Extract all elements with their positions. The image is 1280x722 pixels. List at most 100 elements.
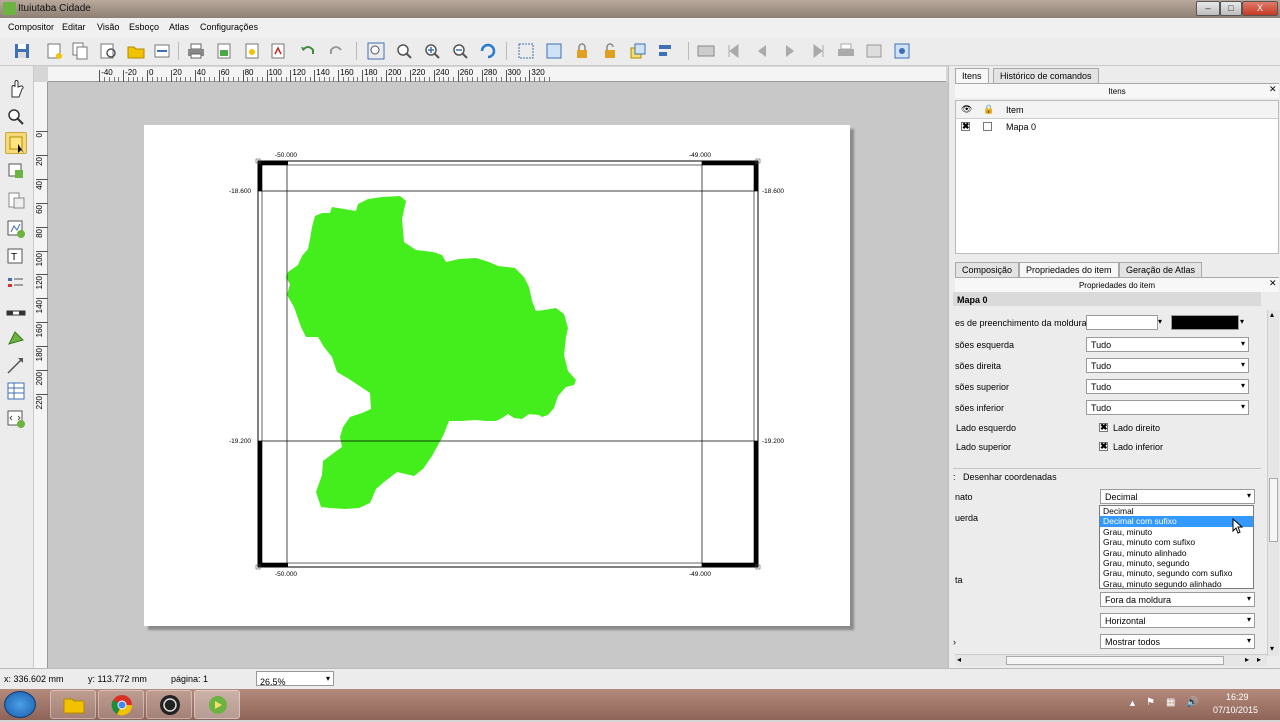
taskbar-chrome-icon[interactable] (98, 690, 144, 719)
select-all-icon[interactable] (516, 41, 536, 61)
atlas-last-icon[interactable] (808, 41, 828, 61)
open-template-icon[interactable] (126, 41, 146, 61)
props-scrollbar[interactable]: ▴ ▾ (1267, 310, 1279, 656)
add-html-icon[interactable] (5, 408, 27, 430)
move-content-icon[interactable] (5, 160, 27, 182)
props-hscrollbar[interactable]: ◂ ▸ ▸ (955, 654, 1267, 666)
atlas-first-icon[interactable] (724, 41, 744, 61)
scroll-right-icon[interactable]: ▸ (1245, 655, 1249, 664)
select-move-icon[interactable] (5, 132, 27, 154)
atlas-print-icon[interactable] (836, 41, 856, 61)
format-option-selected[interactable]: Decimal com sufixo (1100, 516, 1253, 527)
zoom-full-icon[interactable] (366, 41, 386, 61)
menu-visao[interactable]: Visão (97, 22, 119, 32)
hscrollbar-thumb[interactable] (1006, 656, 1224, 665)
tray-volume-icon[interactable]: 🔊 (1186, 697, 1198, 708)
composer-page[interactable]: -50.000 -49.000 -50.000 -49.000 -18.600 … (144, 125, 850, 626)
fill-color-2[interactable] (1171, 315, 1239, 330)
bottom-side-checkbox[interactable]: ✖ (1099, 442, 1108, 451)
table-row[interactable]: ✖ Mapa 0 (956, 120, 1278, 134)
format-option[interactable]: Grau, minuto (1100, 527, 1253, 537)
close-props-icon[interactable]: ✕ (1269, 278, 1279, 288)
pan-icon[interactable] (5, 78, 27, 100)
format-option[interactable]: Grau, minuto segundo alinhado (1100, 579, 1253, 589)
add-label-icon[interactable]: T (5, 246, 27, 268)
zoom-in-icon[interactable] (422, 41, 442, 61)
zoom-select[interactable]: 26.5% ▾ (256, 671, 334, 687)
tray-network-icon[interactable]: ▦ (1166, 697, 1175, 708)
format-option[interactable]: Grau, minuto alinhado (1100, 548, 1253, 558)
top-divisions-select[interactable]: Tudo ▾ (1086, 379, 1249, 394)
taskbar-obs-icon[interactable] (146, 690, 192, 719)
tab-propriedades[interactable]: Propriedades do item (1019, 262, 1119, 277)
left-divisions-select[interactable]: Tudo ▾ (1086, 337, 1249, 352)
composer-manager-icon[interactable] (98, 41, 118, 61)
maximize-button[interactable]: □ (1220, 1, 1242, 16)
draw-coords-toggle-icon[interactable]: : (953, 472, 956, 482)
fill-color-1[interactable] (1086, 315, 1158, 330)
add-shape-icon[interactable] (5, 328, 27, 350)
duplicate-composer-icon[interactable] (70, 41, 90, 61)
align-icon[interactable] (656, 41, 676, 61)
menu-compositor[interactable]: Compositor (8, 22, 54, 32)
refresh-icon[interactable] (478, 41, 498, 61)
zoom-tool-icon[interactable] (5, 106, 27, 128)
lock-icon[interactable] (572, 41, 592, 61)
right-divisions-select[interactable]: Tudo ▾ (1086, 358, 1249, 373)
atlas-prev-icon[interactable] (752, 41, 772, 61)
right-side-checkbox[interactable]: ✖ (1099, 423, 1108, 432)
show-select[interactable]: Mostrar todos ▾ (1100, 634, 1255, 649)
add-legend-icon[interactable] (5, 274, 27, 296)
redo-icon[interactable] (326, 41, 346, 61)
fill-color-1-dropdown-icon[interactable]: ▾ (1158, 317, 1162, 326)
tray-flag-icon[interactable]: ⚑ (1146, 697, 1155, 708)
map-item[interactable]: -50.000 -49.000 -50.000 -49.000 -18.600 … (144, 125, 850, 626)
export-image-icon[interactable] (214, 41, 234, 61)
minimize-button[interactable]: – (1196, 1, 1220, 16)
tab-historico[interactable]: Histórico de comandos (993, 68, 1099, 83)
new-composer-icon[interactable] (44, 41, 64, 61)
scroll-down-icon[interactable]: ▾ (1270, 644, 1274, 653)
atlas-preview-icon[interactable] (696, 41, 716, 61)
bottom-divisions-select[interactable]: Tudo ▾ (1086, 400, 1249, 415)
save-template-icon[interactable] (152, 41, 172, 61)
close-items-icon[interactable]: ✕ (1269, 84, 1279, 94)
lock-checkbox[interactable] (983, 122, 992, 131)
format-option[interactable]: Decimal (1100, 506, 1253, 516)
tab-composicao[interactable]: Composição (955, 262, 1020, 277)
add-table-icon[interactable] (5, 380, 27, 402)
zoom-out-icon[interactable] (450, 41, 470, 61)
menu-editar[interactable]: Editar (62, 22, 86, 32)
tray-expand-icon[interactable]: ▲ (1128, 698, 1137, 708)
position-select[interactable]: Fora da moldura ▾ (1100, 592, 1255, 607)
format-option[interactable]: Grau, minuto, segundo com sufixo (1100, 568, 1253, 578)
scrollbar-thumb[interactable] (1269, 478, 1278, 542)
taskbar-qgis-icon[interactable] (194, 690, 240, 719)
add-map-icon[interactable] (5, 218, 27, 240)
menu-esboco[interactable]: Esboço (129, 22, 159, 32)
fill-color-2-dropdown-icon[interactable]: ▾ (1240, 317, 1244, 326)
scroll-up-icon[interactable]: ▴ (1270, 310, 1274, 319)
atlas-export-icon[interactable] (864, 41, 884, 61)
format-select[interactable]: Decimal ▾ (1100, 489, 1255, 504)
start-button-icon[interactable] (4, 691, 36, 718)
menu-configuracoes[interactable]: Configurações (200, 22, 258, 32)
undo-icon[interactable] (298, 41, 318, 61)
format-option[interactable]: Grau, minuto com sufixo (1100, 537, 1253, 547)
visibility-checkbox[interactable]: ✖ (961, 122, 970, 131)
clock-date[interactable]: 07/10/2015 (1213, 705, 1258, 715)
close-button[interactable]: X (1242, 1, 1278, 16)
atlas-settings-icon[interactable] (892, 41, 912, 61)
unlock-icon[interactable] (600, 41, 620, 61)
tab-atlas[interactable]: Geração de Atlas (1119, 262, 1203, 277)
taskbar-explorer-icon[interactable] (50, 690, 96, 719)
scroll-right-end-icon[interactable]: ▸ (1257, 655, 1261, 664)
format-dropdown-list[interactable]: Decimal Decimal com sufixo Grau, minuto … (1099, 505, 1254, 589)
direction-select[interactable]: Horizontal ▾ (1100, 613, 1255, 628)
raise-item-icon[interactable] (628, 41, 648, 61)
save-icon[interactable] (12, 41, 32, 61)
menu-atlas[interactable]: Atlas (169, 22, 189, 32)
group-icon[interactable] (544, 41, 564, 61)
print-icon[interactable] (186, 41, 206, 61)
format-option[interactable]: Grau, minuto, segundo (1100, 558, 1253, 568)
